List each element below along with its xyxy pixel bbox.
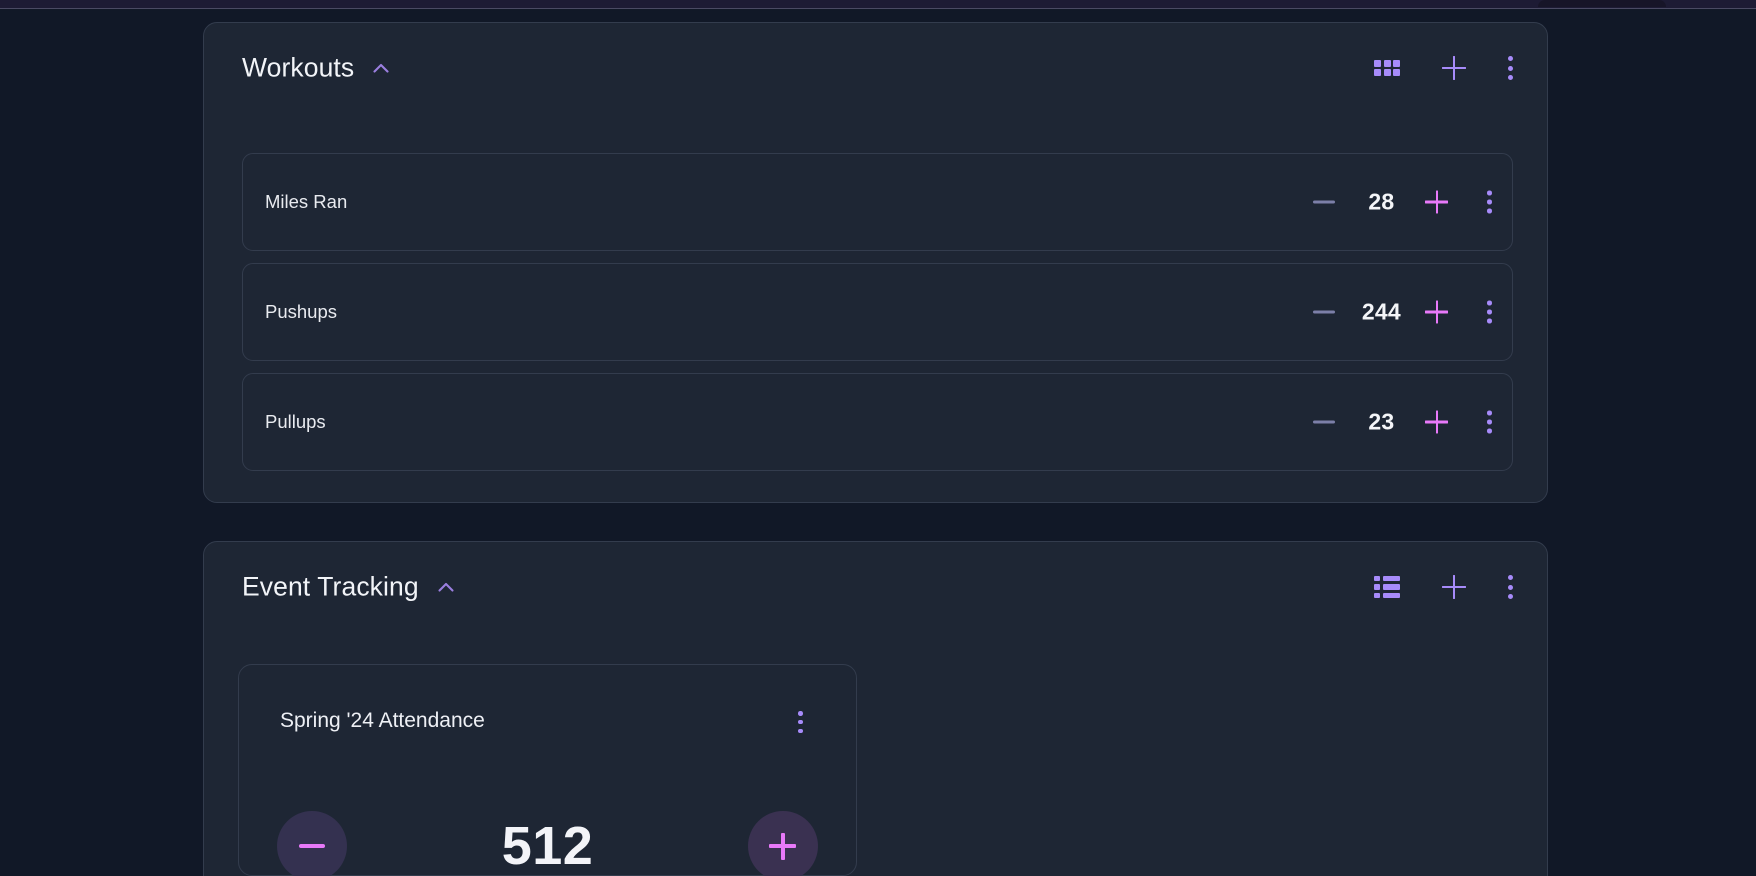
workout-row-more-menu-icon[interactable] (1487, 190, 1492, 214)
chevron-up-icon[interactable] (435, 576, 457, 598)
event-tile-more-menu-icon[interactable] (798, 711, 803, 734)
plus-icon (769, 832, 797, 860)
workouts-list: Miles Ran 28 Pushups 244 Pullups 23 (242, 153, 1513, 483)
chevron-up-icon[interactable] (370, 57, 392, 79)
event-tile[interactable]: Spring '24 Attendance 512 (238, 664, 857, 876)
workout-row-value: 23 (1368, 408, 1395, 435)
event-tracking-more-menu-icon[interactable] (1508, 575, 1513, 599)
workout-row[interactable]: Pullups 23 (242, 373, 1513, 471)
grid-view-icon[interactable] (1374, 55, 1400, 81)
event-tile-title: Spring '24 Attendance (280, 709, 485, 732)
workout-row-label: Pushups (265, 301, 337, 322)
workout-row-value: 28 (1368, 188, 1395, 215)
event-tracking-title-group: Event Tracking (242, 572, 457, 603)
plus-icon (1442, 56, 1466, 80)
workout-row-controls: 244 (1313, 299, 1492, 326)
workouts-title-group: Workouts (242, 53, 392, 84)
workout-row[interactable]: Miles Ran 28 (242, 153, 1513, 251)
workout-row-controls: 28 (1313, 189, 1492, 216)
increment-button[interactable] (1425, 410, 1449, 434)
workouts-more-menu-icon[interactable] (1508, 56, 1513, 80)
workouts-card: Workouts Miles Ran 28 Pushups 244 Pullup… (203, 22, 1548, 503)
grid-view-icon-shape (1374, 59, 1400, 77)
event-decrement-button[interactable] (277, 811, 347, 876)
workout-row-value: 244 (1361, 298, 1401, 325)
list-view-icon[interactable] (1374, 574, 1400, 600)
event-increment-button[interactable] (747, 811, 818, 876)
plus-icon (1442, 575, 1466, 599)
workouts-header-actions (1374, 55, 1513, 81)
workout-row-label: Pullups (265, 411, 326, 432)
workout-row-controls: 23 (1313, 409, 1492, 436)
increment-button[interactable] (1425, 190, 1449, 214)
event-tile-value: 512 (501, 816, 594, 876)
decrement-button[interactable] (1313, 420, 1336, 424)
add-event-button[interactable] (1441, 574, 1467, 600)
browser-tab[interactable] (1538, 0, 1666, 7)
workout-row-more-menu-icon[interactable] (1487, 410, 1492, 434)
event-tracking-card-header: Event Tracking (204, 542, 1547, 632)
event-tracking-tiles: Spring '24 Attendance 512 (238, 664, 857, 876)
workouts-card-header: Workouts (204, 23, 1547, 113)
browser-chrome-bar (0, 0, 1756, 9)
workouts-title: Workouts (242, 52, 355, 83)
event-tracking-title: Event Tracking (242, 571, 419, 602)
event-tile-counter: 512 (239, 811, 856, 876)
event-tracking-header-actions (1374, 574, 1513, 600)
decrement-button[interactable] (1313, 310, 1336, 314)
workout-row-label: Miles Ran (265, 191, 348, 212)
decrement-button[interactable] (1313, 200, 1336, 204)
minus-icon (299, 844, 325, 848)
add-workout-button[interactable] (1441, 55, 1467, 81)
workout-row[interactable]: Pushups 244 (242, 263, 1513, 361)
increment-button[interactable] (1425, 300, 1449, 324)
list-view-icon-shape (1374, 575, 1400, 599)
workout-row-more-menu-icon[interactable] (1487, 300, 1492, 324)
